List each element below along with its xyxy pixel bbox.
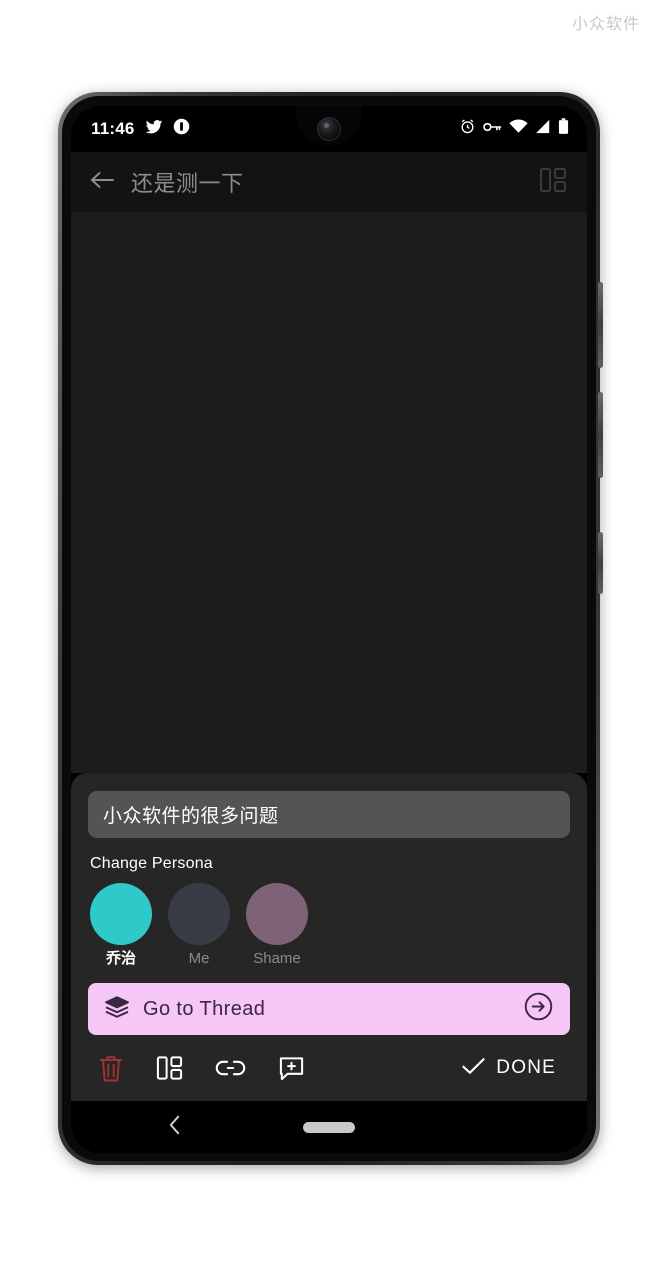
cell-signal-icon [535,119,551,139]
back-arrow-icon[interactable] [89,169,115,196]
go-to-thread-button[interactable]: Go to Thread [88,983,570,1035]
link-icon[interactable] [215,1058,246,1078]
volume-up-button[interactable] [598,282,603,368]
bottom-sheet: 小众软件的很多问题 Change Persona 乔治 Me Shame Go … [71,772,587,1101]
add-comment-icon[interactable] [278,1055,305,1082]
page-title: 还是测一下 [131,171,244,196]
check-icon [461,1056,486,1081]
persona-name: Shame [253,949,301,967]
persona-item-1[interactable]: Me [168,882,230,968]
message-input-value: 小众软件的很多问题 [103,805,279,827]
status-bar-left: 11:46 [91,118,190,141]
battery-icon [558,118,569,140]
twitter-icon [144,118,164,141]
dashboard-icon[interactable] [539,167,567,198]
vpn-key-icon [483,120,502,139]
change-persona-label: Change Persona [90,854,213,872]
phone-bezel: 11:46 还是测一下 小众软件的很多问题 Change Persona 乔治 … [62,96,596,1161]
power-button[interactable] [598,532,603,594]
app-bar: 还是测一下 [71,152,587,212]
persona-name: 乔治 [105,949,136,967]
screenshot-root: 小众软件 11:46 还是测一下 小众软件的很多问题 Change Person… [0,0,658,1280]
trash-icon[interactable] [98,1054,124,1083]
site-watermark: 小众软件 [571,16,640,33]
wifi-icon [509,119,528,139]
nav-back-chevron-icon[interactable] [167,1114,182,1141]
dashboard-icon[interactable] [156,1055,183,1081]
done-label: DONE [496,1057,556,1078]
sheet-toolbar: DONE [88,1035,570,1101]
arrow-circle-right-icon[interactable] [523,991,554,1027]
phone-device-frame: 11:46 还是测一下 小众软件的很多问题 Change Persona 乔治 … [58,92,603,1165]
notification-icon [173,118,190,140]
system-nav-bar [71,1101,587,1153]
alarm-icon [459,118,476,140]
persona-name: Me [188,949,210,967]
phone-screen: 11:46 还是测一下 小众软件的很多问题 Change Persona 乔治 … [71,106,587,1153]
persona-list: 乔治 Me Shame [88,882,570,968]
persona-avatar [168,882,230,945]
status-bar-right [459,118,569,140]
persona-avatar [90,882,152,945]
message-input[interactable]: 小众软件的很多问题 [88,790,570,838]
volume-down-button[interactable] [598,392,603,478]
home-pill-icon[interactable] [303,1121,355,1133]
front-camera-icon [317,117,341,141]
status-bar-clock: 11:46 [91,119,135,138]
persona-avatar [246,882,308,945]
go-to-thread-label: Go to Thread [143,997,266,1020]
layers-icon [104,995,130,1024]
persona-item-0[interactable]: 乔治 [90,882,152,968]
done-button[interactable]: DONE [461,1056,562,1081]
persona-item-2[interactable]: Shame [246,882,308,968]
message-content-area [71,212,587,773]
